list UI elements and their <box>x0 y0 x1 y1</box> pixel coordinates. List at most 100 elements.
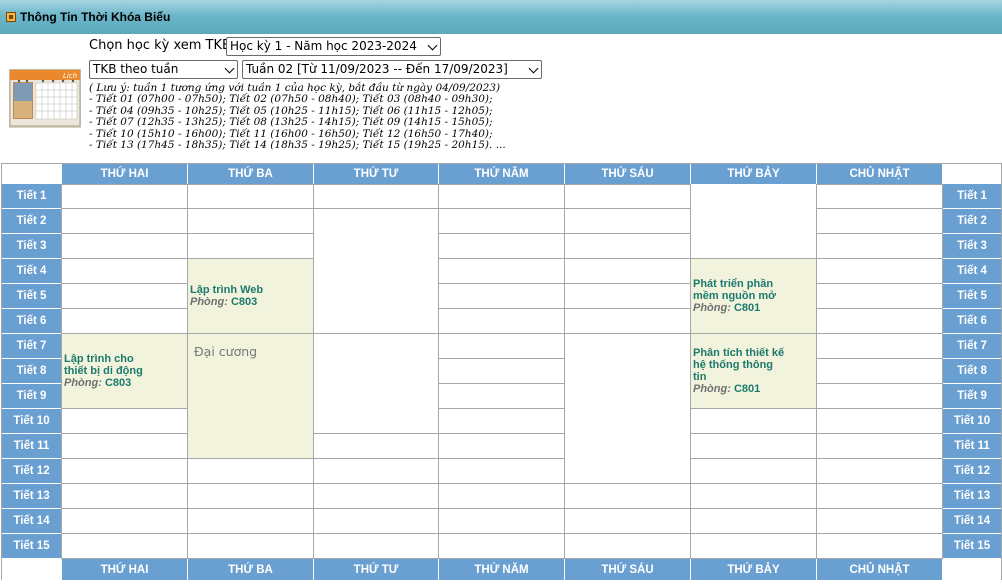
cell-border <box>565 184 691 185</box>
svg-text:Lịch: Lịch <box>63 72 77 80</box>
period-label-left: Tiết 6 <box>2 309 61 334</box>
cell-border <box>817 483 943 484</box>
cell-border <box>691 533 817 534</box>
cell-border <box>817 333 943 334</box>
cell-border <box>942 184 943 559</box>
period-label-right: Tiết 15 <box>943 534 1001 559</box>
timetable-grid: THỨ HAI THỨ HAI THỨ BA THỨ BA THỨ TƯ THỨ TƯ TH… <box>0 163 1002 586</box>
period-label-right: Tiết 2 <box>943 209 1001 234</box>
cell-border <box>817 508 943 509</box>
cell-border <box>314 483 439 484</box>
cell-border <box>565 508 691 509</box>
period-label-right: Tiết 10 <box>943 409 1001 434</box>
class-name: Đại cương <box>194 344 258 359</box>
day-header-bottom: THỨ BA <box>188 559 313 580</box>
cell-border <box>62 233 188 234</box>
period-label-right: Tiết 14 <box>943 509 1001 534</box>
day-header: THỨ BA <box>188 164 313 184</box>
cell-border <box>439 333 565 334</box>
cell-border <box>439 383 565 384</box>
cell-border <box>439 308 565 309</box>
cell-border <box>817 558 943 559</box>
cell-border <box>314 433 439 434</box>
cell-border <box>62 283 188 284</box>
class-name-line: thiết bị di động <box>64 365 143 377</box>
cell-border <box>565 308 691 309</box>
chevron-down-icon <box>224 63 235 74</box>
class-block-content: Phân tích thiết kế hệ thống thông tin Phòng… <box>693 347 814 395</box>
cell-border <box>439 483 565 484</box>
calendar-icon: Lịch <box>9 67 81 128</box>
cell-border <box>438 184 439 559</box>
cell-border <box>314 533 439 534</box>
semester-select-value: Học kỳ 1 - Năm học 2023-2024 <box>230 39 417 53</box>
period-label-left: Tiết 7 <box>2 334 61 359</box>
day-header-bottom: THỨ BẢY <box>691 559 816 580</box>
day-header: THỨ TƯ <box>314 164 438 184</box>
day-header-bottom: CHỦ NHẬT <box>817 559 942 580</box>
room-value: C801 <box>730 302 761 314</box>
note-line: - Tiết 13 (17h45 - 18h35); Tiết 14 (18h3… <box>89 139 506 152</box>
cell-border <box>565 483 691 484</box>
cell-border <box>817 184 943 185</box>
view-mode-select[interactable]: TKB theo tuần <box>89 60 238 79</box>
class-block[interactable]: Phát triển phần mềm nguồn mở Phòng: C801 <box>691 259 816 333</box>
cell-border <box>314 458 439 459</box>
cell-border <box>817 358 943 359</box>
period-label-right: Tiết 6 <box>943 309 1001 334</box>
cell-border <box>817 458 943 459</box>
period-label-right: Tiết 12 <box>943 459 1001 484</box>
cell-border <box>691 458 817 459</box>
class-block-content: Lập trình cho thiết bị di động Phòng: C803 <box>64 353 185 389</box>
cell-border <box>188 558 314 559</box>
cell-border <box>565 533 691 534</box>
cell-border <box>439 184 565 185</box>
room-value: C803 <box>227 296 258 308</box>
class-block[interactable]: Phân tích thiết kế hệ thống thông tin Phòng… <box>691 334 816 408</box>
period-label-right: Tiết 8 <box>943 359 1001 384</box>
empty-cell <box>565 334 690 483</box>
period-label-right: Tiết 4 <box>943 259 1001 284</box>
period-label-left: Tiết 3 <box>2 234 61 259</box>
cell-border <box>439 508 565 509</box>
cell-border <box>62 458 188 459</box>
cell-border <box>439 358 565 359</box>
cell-border <box>439 258 565 259</box>
class-block[interactable]: Lập trình cho thiết bị di động Phòng: C803 <box>62 334 187 408</box>
cell-border <box>314 558 439 559</box>
room-label: Phòng: <box>190 296 228 308</box>
cell-border <box>439 233 565 234</box>
period-label-left: Tiết 10 <box>2 409 61 434</box>
class-name-line: Phát triển phần <box>693 278 774 290</box>
cell-border <box>817 233 943 234</box>
semester-select[interactable]: Học kỳ 1 - Năm học 2023-2024 <box>226 37 441 56</box>
empty-cell <box>314 209 438 333</box>
room-value: C803 <box>101 377 132 389</box>
period-label-left: Tiết 12 <box>2 459 61 484</box>
cell-border <box>691 483 817 484</box>
cell-border <box>565 258 691 259</box>
class-block[interactable]: Đại cương <box>188 334 313 458</box>
class-block-content: Đại cương <box>194 344 311 359</box>
cell-border <box>62 533 188 534</box>
cell-border <box>817 383 943 384</box>
period-label-left: Tiết 15 <box>2 534 61 559</box>
cell-border <box>188 233 314 234</box>
cell-border <box>691 433 817 434</box>
cell-border <box>188 208 314 209</box>
room-label: Phòng: <box>693 302 731 314</box>
cell-border <box>188 508 314 509</box>
period-label-right: Tiết 5 <box>943 284 1001 309</box>
week-select[interactable]: Tuần 02 [Từ 11/09/2023 -- Đến 17/09/2023… <box>242 60 542 79</box>
cell-border <box>817 308 943 309</box>
class-name-line: Lập trình Web <box>190 284 264 296</box>
cell-border <box>439 408 565 409</box>
cell-border <box>817 408 943 409</box>
class-room: Phòng: C801 <box>693 383 814 395</box>
cell-border <box>62 483 188 484</box>
period-label-right: Tiết 3 <box>943 234 1001 259</box>
class-block[interactable]: Lập trình Web Phòng: C803 <box>188 259 313 333</box>
cell-border <box>62 558 188 559</box>
cell-border <box>62 208 188 209</box>
empty-cell <box>691 184 816 258</box>
